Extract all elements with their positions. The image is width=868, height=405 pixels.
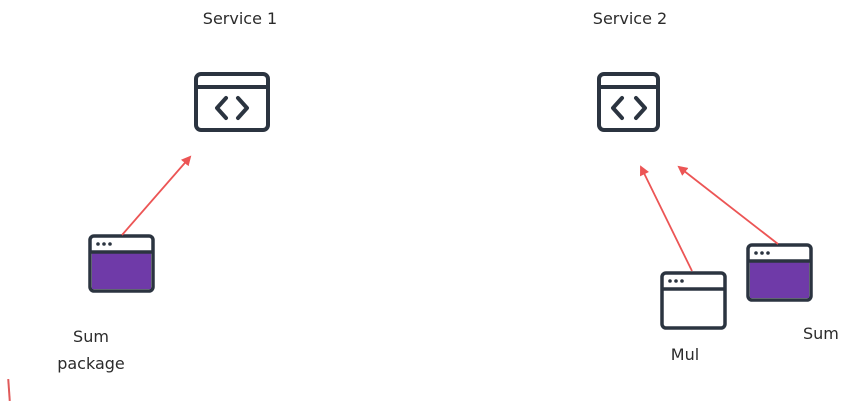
- sum-label: Sum: [803, 324, 839, 343]
- mul-label: Mul: [670, 345, 700, 364]
- sum-package-label-line1: Sum: [73, 327, 109, 346]
- sum-package-label-line2: package: [57, 354, 125, 373]
- sum-browser-window-icon: [746, 243, 813, 302]
- service-2-title: Service 2: [592, 9, 668, 28]
- service-1-title: Service 1: [202, 9, 278, 28]
- arrow-sum-to-service-2: [677, 165, 779, 245]
- arrow-sum-package-to-service-1: [121, 155, 192, 236]
- service-2-code-window-icon: [597, 72, 660, 132]
- service-1-code-window-icon: [194, 72, 270, 132]
- sum-package-label: Sum package: [36, 323, 146, 377]
- sum-package-browser-window-icon: [88, 234, 155, 293]
- mul-browser-window-icon: [660, 271, 727, 330]
- arrow-mul-to-service-2: [640, 165, 693, 272]
